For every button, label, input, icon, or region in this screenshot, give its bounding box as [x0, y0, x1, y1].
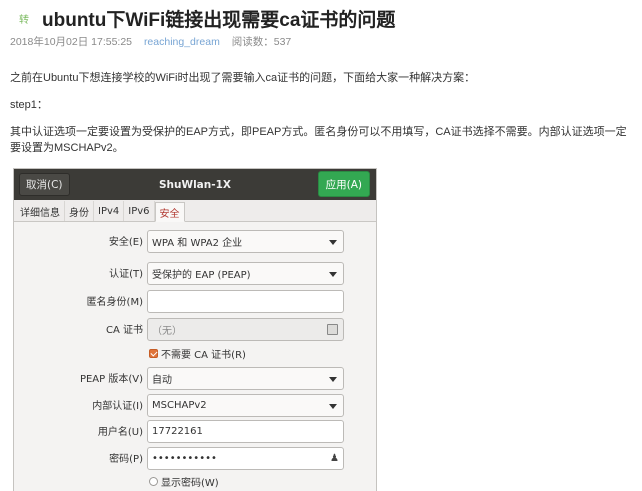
anon-identity-row: 匿名身份(M): [14, 290, 376, 313]
ca-cert-chooser[interactable]: （无）: [147, 318, 344, 341]
article-title: ubuntu下WiFi链接出现需要ca证书的问题: [42, 9, 396, 31]
read-count: 阅读数：537: [231, 36, 292, 48]
intro-paragraph: 之前在Ubuntu下想连接学校的WiFi时出现了需要输入ca证书的问题，下面给大…: [10, 72, 476, 84]
repost-badge-icon: 转: [19, 14, 29, 26]
security-label: 安全(E): [108, 237, 143, 248]
no-ca-cert-label: 不需要 CA 证书(R): [161, 349, 246, 361]
tab-security[interactable]: 安全: [154, 202, 185, 222]
inner-auth-value: MSCHAPv2: [152, 400, 207, 411]
chevron-down-icon: [329, 377, 337, 382]
tab-ipv4[interactable]: IPv4: [94, 201, 125, 221]
peap-version-value: 自动: [152, 375, 172, 386]
ca-cert-row: CA 证书 （无）: [14, 318, 376, 341]
password-value: •••••••••••: [152, 453, 217, 464]
wifi-settings-dialog: 取消(C) ShuWlan-1X 应用(A) 详细信息 身份 IPv4 IPv6…: [13, 168, 377, 491]
ca-cert-value: （无）: [152, 326, 182, 337]
show-password-toggle[interactable]: [149, 476, 158, 486]
password-input[interactable]: ••••••••••• ♟: [147, 447, 344, 470]
no-ca-cert-checkbox[interactable]: [149, 348, 158, 358]
user-scope-icon[interactable]: ♟: [330, 453, 339, 464]
username-input[interactable]: 17722161: [147, 420, 344, 443]
chevron-down-icon: [329, 272, 337, 277]
inner-auth-label: 内部认证(I): [92, 401, 143, 412]
author-link[interactable]: reaching_dream: [144, 36, 220, 48]
peap-version-select[interactable]: 自动: [147, 367, 344, 390]
peap-version-label: PEAP 版本(V): [79, 374, 143, 385]
file-chooser-icon: [327, 324, 338, 335]
cancel-button[interactable]: 取消(C): [19, 173, 70, 196]
article-meta: 2018年10月02日 17:55:25 reaching_dream 阅读数：…: [10, 34, 300, 49]
tab-ipv6[interactable]: IPv6: [124, 201, 155, 221]
auth-select[interactable]: 受保护的 EAP (PEAP): [147, 262, 344, 285]
password-label: 密码(P): [109, 454, 143, 465]
inner-auth-row: 内部认证(I) MSCHAPv2: [14, 394, 376, 417]
password-row: 密码(P) ••••••••••• ♟: [14, 447, 376, 470]
security-row: 安全(E) WPA 和 WPA2 企业: [14, 230, 376, 253]
auth-value: 受保护的 EAP (PEAP): [152, 270, 251, 281]
inner-auth-select[interactable]: MSCHAPv2: [147, 394, 344, 417]
peap-version-row: PEAP 版本(V) 自动: [14, 367, 376, 390]
username-label: 用户名(U): [97, 427, 143, 438]
step-label: step1：: [10, 99, 48, 111]
no-ca-cert-check-row[interactable]: 不需要 CA 证书(R): [149, 344, 246, 362]
show-password-row[interactable]: 显示密码(W): [149, 472, 219, 490]
security-value: WPA 和 WPA2 企业: [152, 238, 243, 249]
instruction-paragraph: 其中认证选项一定要设置为受保护的EAP方式，即PEAP方式。匿名身份可以不用填写…: [10, 126, 627, 154]
publish-date: 2018年10月02日 17:55:25: [10, 36, 133, 48]
tab-details[interactable]: 详细信息: [16, 201, 65, 221]
dialog-header: 取消(C) ShuWlan-1X 应用(A): [14, 169, 376, 200]
ca-cert-label: CA 证书: [105, 325, 143, 336]
settings-tabs: 详细信息 身份 IPv4 IPv6 安全: [14, 200, 376, 222]
anon-identity-input[interactable]: [147, 290, 344, 313]
chevron-down-icon: [329, 240, 337, 245]
anon-identity-label: 匿名身份(M): [86, 297, 143, 308]
security-select[interactable]: WPA 和 WPA2 企业: [147, 230, 344, 253]
show-password-label: 显示密码(W): [161, 477, 219, 489]
auth-label: 认证(T): [109, 269, 143, 280]
apply-button[interactable]: 应用(A): [317, 171, 370, 197]
chevron-down-icon: [329, 404, 337, 409]
tab-identity[interactable]: 身份: [65, 201, 94, 221]
article-header: 转 ubuntu下WiFi链接出现需要ca证书的问题: [10, 6, 642, 31]
auth-row: 认证(T) 受保护的 EAP (PEAP): [14, 262, 376, 285]
username-row: 用户名(U) 17722161: [14, 420, 376, 443]
